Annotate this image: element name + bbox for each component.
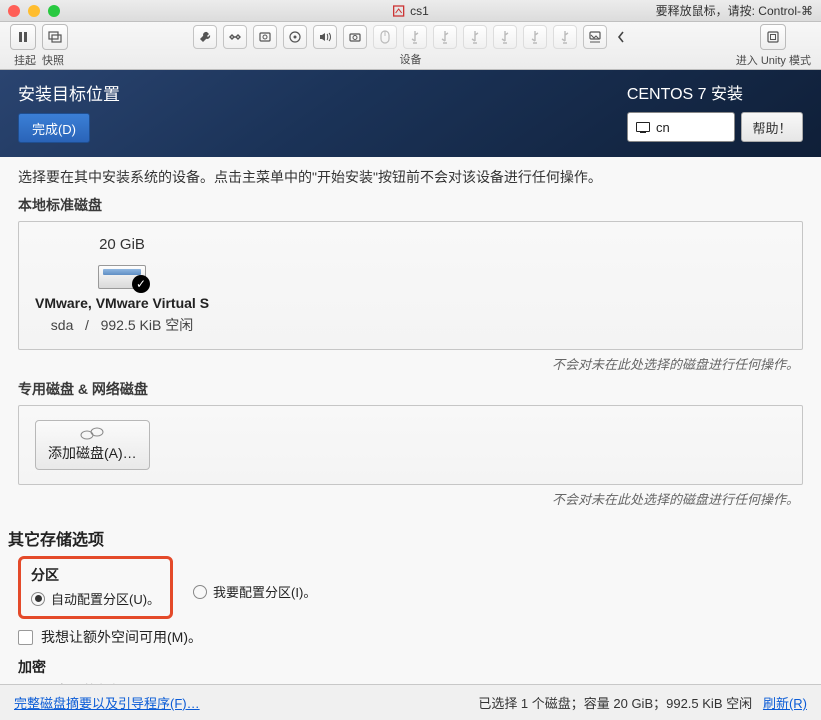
encrypt-hint: 稍后设置密码。 [166, 681, 264, 684]
local-disks-frame: 20 GiB ✓ VMware, VMware Virtual S sda / … [18, 221, 803, 350]
unity-button[interactable] [760, 24, 786, 50]
intro-text: 选择要在其中安装系统的设备。点击主菜单中的"开始安装"按钮前不会对该设备进行任何… [18, 167, 803, 187]
extra-space-checkbox[interactable]: 我想让额外空间可用(M)。 [18, 627, 803, 647]
disk-icon: ✓ [98, 259, 146, 289]
camera-icon[interactable] [343, 25, 367, 49]
no-action-hint-2: 不会对未在此处选择的磁盘进行任何操作。 [18, 489, 803, 508]
window-titlebar: cs1 要释放鼠标，请按: Control-⌘ [0, 0, 821, 22]
disk-summary-link[interactable]: 完整磁盘摘要以及引导程序(F)… [14, 693, 200, 712]
window-title-text: cs1 [410, 4, 429, 18]
other-storage-heading: 其它存储选项 [8, 526, 803, 550]
partition-highlight-box: 分区 自动配置分区(U)。 [18, 556, 173, 619]
pause-label: 挂起 [14, 52, 36, 68]
cd-icon[interactable] [283, 25, 307, 49]
bottom-bar: 完整磁盘摘要以及引导程序(F)… 已选择 1 个磁盘；容量 20 GiB；992… [0, 684, 821, 720]
partition-manual-radio[interactable]: 我要配置分区(I)。 [193, 582, 316, 601]
partition-auto-radio[interactable]: 自动配置分区(U)。 [31, 589, 160, 608]
add-disk-icon [76, 427, 108, 441]
page-title: 安装目标位置 [18, 80, 120, 105]
display-icon[interactable] [583, 25, 607, 49]
encrypt-heading: 加密 [18, 657, 803, 677]
harddisk-icon[interactable] [253, 25, 277, 49]
checkbox-icon [18, 684, 33, 685]
selection-status: 已选择 1 个磁盘；容量 20 GiB；992.5 KiB 空闲 [478, 696, 752, 711]
window-title: cs1 [392, 4, 429, 18]
partition-manual-label: 我要配置分区(I)。 [213, 582, 316, 601]
partition-heading: 分区 [31, 565, 160, 585]
local-disks-heading: 本地标准磁盘 [18, 195, 803, 215]
keyboard-layout-value: cn [656, 120, 670, 135]
disk-card[interactable]: 20 GiB ✓ VMware, VMware Virtual S sda / … [35, 236, 209, 335]
sound-icon[interactable] [313, 25, 337, 49]
encrypt-label: 加密我的数据(E)。 [41, 681, 158, 684]
close-window-button[interactable] [8, 5, 20, 17]
special-disks-frame: 添加磁盘(A)… [18, 405, 803, 485]
disk-device: sda [51, 317, 74, 333]
keyboard-layout-field[interactable]: cn [627, 112, 735, 142]
disk-name: VMware, VMware Virtual S [35, 295, 209, 311]
usb-icon[interactable] [433, 25, 457, 49]
content-area: 选择要在其中安装系统的设备。点击主菜单中的"开始安装"按钮前不会对该设备进行任何… [0, 157, 821, 684]
no-action-hint-1: 不会对未在此处选择的磁盘进行任何操作。 [18, 354, 803, 373]
usb-icon[interactable] [523, 25, 547, 49]
vm-icon [392, 5, 404, 17]
usb-icon[interactable] [463, 25, 487, 49]
vm-toolbar: 挂起 快照 设备 进入 Unity 模 [0, 22, 821, 70]
minimize-window-button[interactable] [28, 5, 40, 17]
help-button-label: 帮助！ [752, 118, 791, 137]
checkbox-icon [18, 630, 33, 645]
unity-label: 进入 Unity 模式 [736, 52, 811, 68]
add-disk-button[interactable]: 添加磁盘(A)… [35, 420, 150, 470]
partition-auto-label: 自动配置分区(U)。 [51, 589, 160, 608]
disk-subline: sda / 992.5 KiB 空闲 [51, 315, 193, 335]
radio-icon [193, 585, 207, 599]
usb-icon[interactable] [493, 25, 517, 49]
usb-icon[interactable] [403, 25, 427, 49]
chevron-left-icon[interactable] [613, 25, 629, 49]
installer-header: 安装目标位置 完成(D) CENTOS 7 安装 cn 帮助！ [0, 70, 821, 157]
radio-icon [31, 592, 45, 606]
device-label: 设备 [400, 51, 422, 67]
extra-space-label: 我想让额外空间可用(M)。 [41, 627, 202, 647]
usb-icon[interactable] [553, 25, 577, 49]
refresh-link[interactable]: 刷新(R) [763, 696, 807, 711]
disk-free: 992.5 KiB 空闲 [101, 317, 194, 333]
mouse-icon[interactable] [373, 25, 397, 49]
special-disks-heading: 专用磁盘 & 网络磁盘 [18, 379, 803, 399]
done-button-label: 完成(D) [32, 119, 76, 138]
check-icon: ✓ [132, 275, 150, 293]
disk-size: 20 GiB [99, 236, 145, 253]
bottom-right-group: 已选择 1 个磁盘；容量 20 GiB；992.5 KiB 空闲 刷新(R) [478, 693, 807, 712]
zoom-window-button[interactable] [48, 5, 60, 17]
network-icon[interactable] [223, 25, 247, 49]
pause-button[interactable] [10, 24, 36, 50]
release-mouse-hint: 要释放鼠标，请按: Control-⌘ [656, 2, 813, 19]
add-disk-label: 添加磁盘(A)… [48, 443, 137, 463]
keyboard-icon [636, 122, 650, 132]
done-button[interactable]: 完成(D) [18, 113, 90, 143]
wrench-icon[interactable] [193, 25, 217, 49]
help-button[interactable]: 帮助！ [741, 112, 803, 142]
snapshot-label: 快照 [42, 52, 64, 68]
snapshot-button[interactable] [42, 24, 68, 50]
centos-label: CENTOS 7 安装 [627, 80, 803, 104]
